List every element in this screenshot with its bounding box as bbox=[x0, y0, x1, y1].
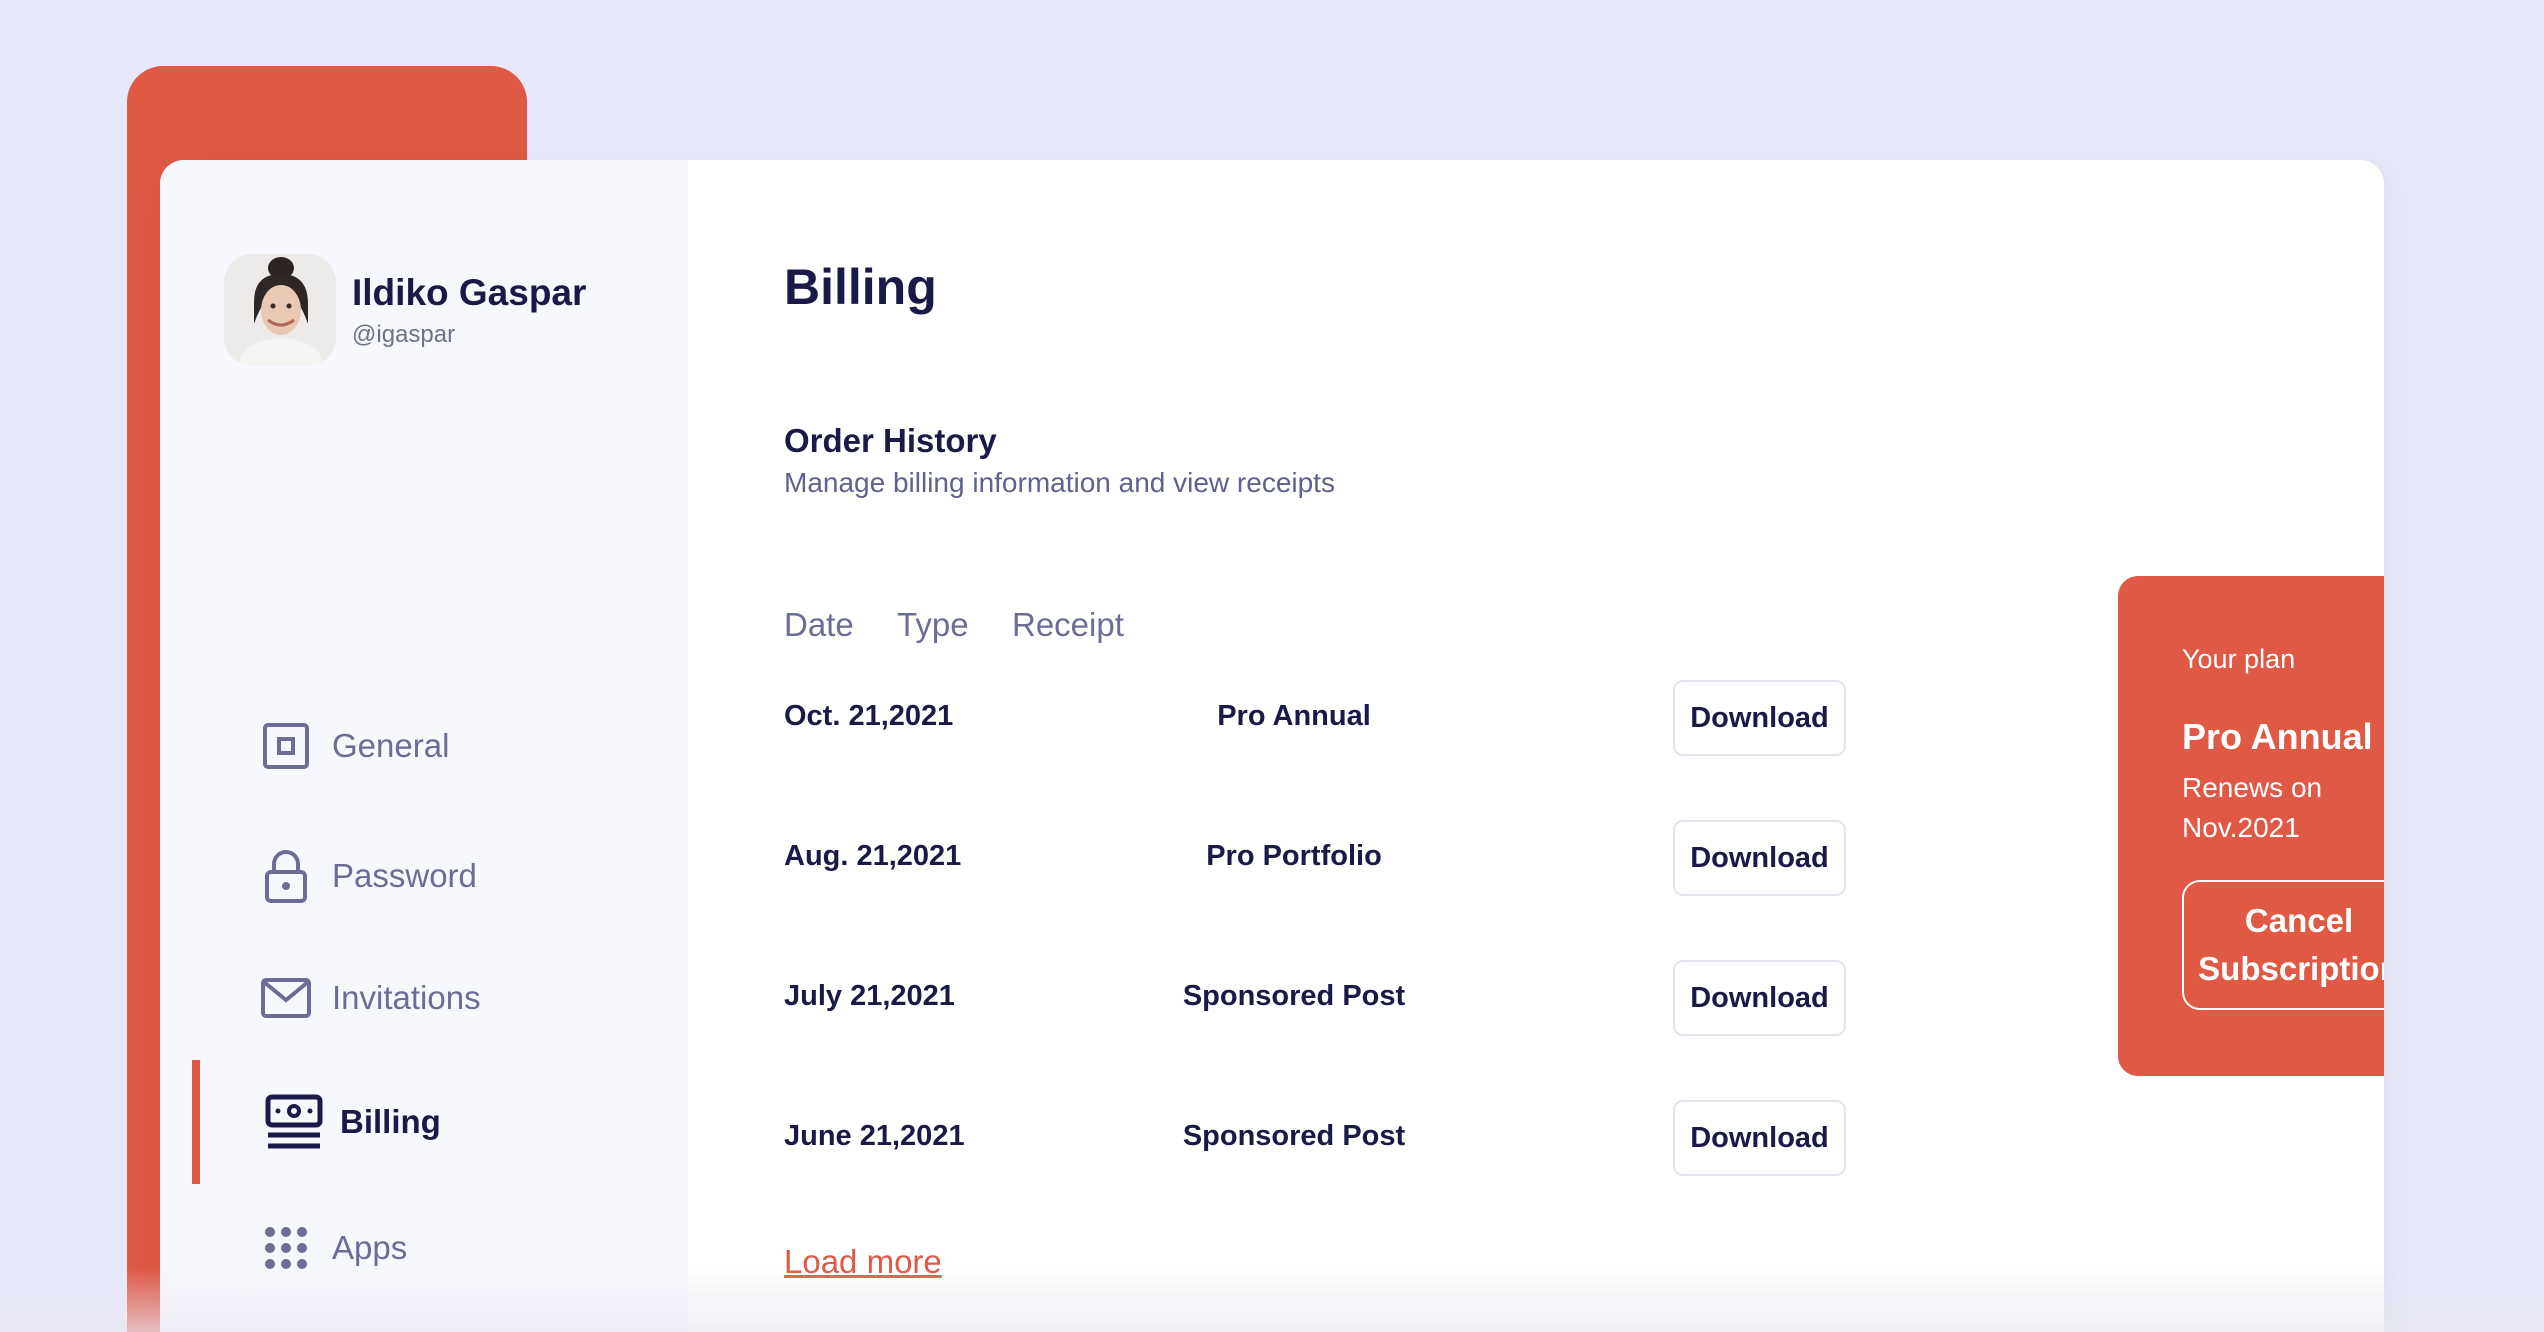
section-title: Order History bbox=[784, 422, 997, 459]
cancel-subscription-button[interactable]: Cancel Subscription bbox=[2182, 880, 2384, 1010]
sidebar-item-label: Invitations bbox=[332, 979, 481, 1016]
profile: Ildiko Gaspar @igaspar bbox=[224, 254, 586, 366]
order-date: July 21,2021 bbox=[784, 980, 955, 1012]
order-date: Oct. 21,2021 bbox=[784, 700, 954, 732]
sidebar-item-label: General bbox=[332, 727, 450, 764]
sidebar-item-label: Billing bbox=[340, 1103, 441, 1140]
page-title: Billing bbox=[784, 259, 937, 315]
grid-icon bbox=[260, 1222, 312, 1274]
table-row: Aug. 21,2021 Pro Portfolio Download bbox=[784, 820, 1846, 896]
profile-handle: @igaspar bbox=[352, 321, 456, 348]
sidebar-item-invitations[interactable]: Invitations bbox=[160, 936, 688, 1060]
app-stage: Ildiko Gaspar @igaspar General Password … bbox=[0, 0, 2544, 1332]
download-button[interactable]: Download bbox=[1673, 1100, 1846, 1176]
money-icon bbox=[264, 1094, 324, 1149]
avatar-portrait-icon bbox=[224, 254, 336, 366]
settings-card: Ildiko Gaspar @igaspar General Password … bbox=[160, 160, 2384, 1332]
load-more-link[interactable]: Load more bbox=[784, 1243, 942, 1281]
table-row: Oct. 21,2021 Pro Annual Download bbox=[784, 680, 1846, 756]
order-type: Sponsored Post bbox=[1182, 980, 1406, 1012]
order-type: Pro Portfolio bbox=[1206, 840, 1382, 872]
order-date: June 21,2021 bbox=[784, 1120, 965, 1152]
table-row: July 21,2021 Sponsored Post Download bbox=[784, 960, 1846, 1036]
plan-card: Your plan Pro Annual Renews on Nov.2021 … bbox=[2118, 576, 2384, 1076]
column-header-receipt: Receipt bbox=[1012, 606, 1124, 643]
sidebar-item-billing[interactable]: Billing bbox=[160, 1060, 688, 1184]
sidebar-item-general[interactable]: General bbox=[160, 684, 688, 808]
plan-label: Your plan bbox=[2182, 644, 2296, 674]
order-date: Aug. 21,2021 bbox=[784, 840, 962, 872]
profile-name: Ildiko Gaspar bbox=[352, 272, 587, 313]
column-header-date: Date bbox=[784, 606, 854, 643]
square-icon bbox=[260, 720, 312, 772]
table-row: June 21,2021 Sponsored Post Download bbox=[784, 1100, 1846, 1176]
download-button[interactable]: Download bbox=[1673, 820, 1846, 896]
profile-text: Ildiko Gaspar @igaspar bbox=[352, 271, 586, 349]
sidebar-item-password[interactable]: Password bbox=[160, 814, 688, 938]
sidebar-item-label: Password bbox=[332, 857, 477, 894]
sidebar-item-label: Apps bbox=[332, 1229, 408, 1266]
download-button[interactable]: Download bbox=[1673, 680, 1846, 756]
section-subtitle: Manage billing information and view rece… bbox=[784, 467, 1335, 498]
plan-name: Pro Annual bbox=[2182, 716, 2373, 757]
download-button[interactable]: Download bbox=[1673, 960, 1846, 1036]
lock-icon bbox=[260, 850, 312, 903]
order-type: Pro Annual bbox=[1217, 700, 1371, 732]
column-header-type: Type bbox=[897, 606, 969, 643]
order-type: Sponsored Post bbox=[1182, 1120, 1406, 1152]
sidebar: Ildiko Gaspar @igaspar General Password … bbox=[160, 160, 688, 1332]
plan-renewal: Renews on Nov.2021 bbox=[2182, 772, 2323, 843]
sidebar-item-apps[interactable]: Apps bbox=[160, 1186, 688, 1310]
avatar bbox=[224, 254, 336, 366]
mail-icon bbox=[260, 972, 312, 1024]
